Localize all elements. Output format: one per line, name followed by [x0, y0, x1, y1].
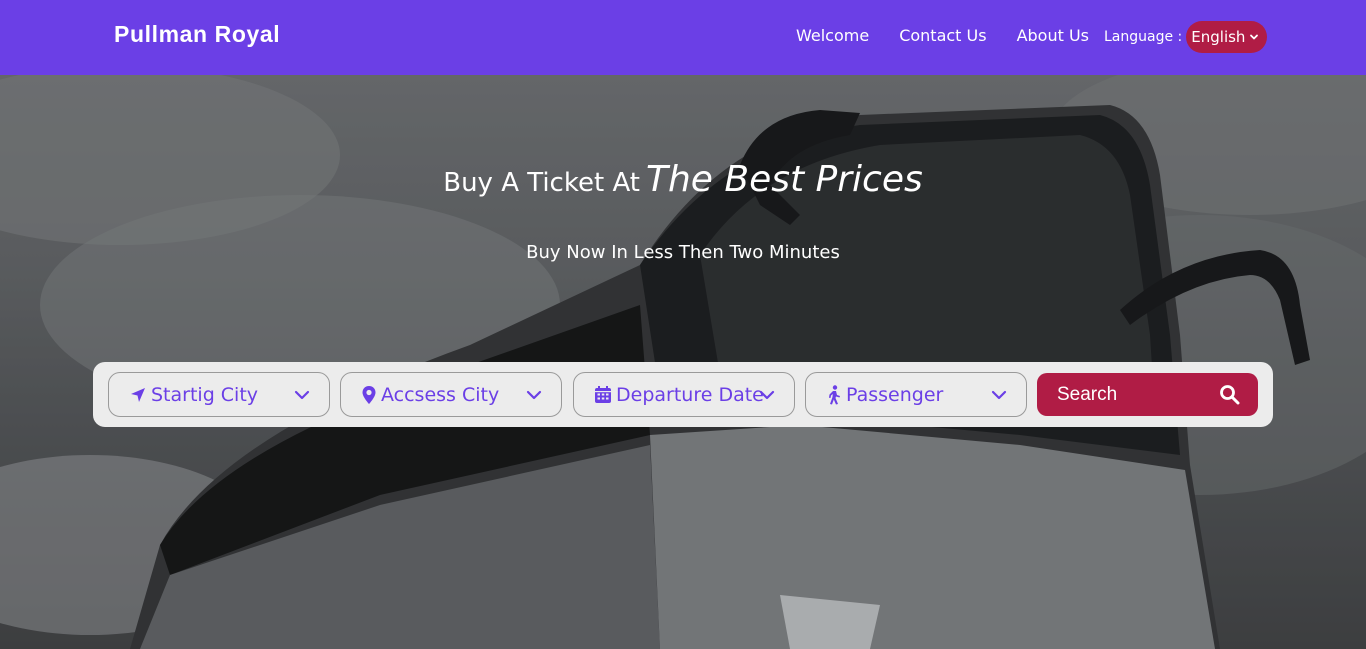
- main-nav: Welcome Contact Us About Us: [796, 26, 1119, 45]
- walking-person-icon: [826, 384, 842, 405]
- language-label: Language :: [1104, 29, 1183, 45]
- nav-about-us[interactable]: About Us: [1017, 26, 1089, 45]
- starting-city-label: Startig City: [151, 383, 259, 406]
- hero-section: Buy A Ticket At The Best Prices Buy Now I…: [0, 75, 1366, 649]
- calendar-icon: [594, 385, 612, 404]
- starting-city-select[interactable]: Startig City: [108, 372, 330, 417]
- location-arrow-icon: [129, 386, 147, 404]
- language-select[interactable]: English: [1186, 21, 1268, 53]
- chevron-down-icon: [990, 386, 1008, 404]
- language-value: English: [1191, 28, 1246, 46]
- search-icon: [1219, 384, 1240, 405]
- headline-part2: The Best Prices: [645, 159, 923, 200]
- access-city-select[interactable]: Accsess City: [340, 372, 562, 417]
- search-button-label: Search: [1057, 383, 1118, 405]
- chevron-down-icon: [525, 386, 543, 404]
- chevron-down-icon: [758, 386, 776, 404]
- headline-part1: Buy A Ticket At: [443, 168, 640, 198]
- departure-date-select[interactable]: Departure Date: [573, 372, 795, 417]
- access-city-label: Accsess City: [381, 383, 500, 406]
- departure-date-label: Departure Date: [616, 383, 764, 406]
- hero-subheadline: Buy Now In Less Then Two Minutes: [526, 242, 840, 263]
- nav-welcome[interactable]: Welcome: [796, 26, 869, 45]
- passenger-select[interactable]: Passenger: [805, 372, 1027, 417]
- chevron-down-icon: [1249, 32, 1259, 42]
- hero-headline: Buy A Ticket At The Best Prices: [0, 159, 1366, 200]
- ticket-search-bar: Startig City Accsess City Departure Date: [93, 362, 1273, 427]
- language-switcher: Language : English: [1104, 21, 1268, 53]
- top-navbar: Pullman Royal Welcome Contact Us About U…: [0, 0, 1366, 75]
- brand-logo[interactable]: Pullman Royal: [114, 21, 280, 48]
- map-marker-icon: [361, 385, 377, 405]
- passenger-label: Passenger: [846, 383, 944, 406]
- search-button[interactable]: Search: [1037, 373, 1258, 416]
- nav-contact-us[interactable]: Contact Us: [899, 26, 986, 45]
- chevron-down-icon: [293, 386, 311, 404]
